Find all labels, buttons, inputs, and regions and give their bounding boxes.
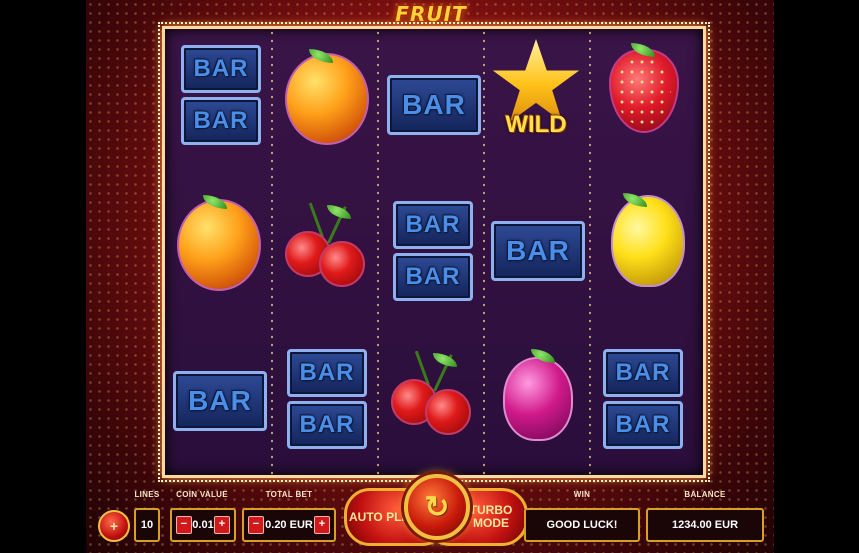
spin-button[interactable]: ↻ <box>404 474 470 540</box>
total-bet-value: 0.20 EUR <box>265 519 313 531</box>
leaf-icon <box>631 43 655 57</box>
bar-tile: BAR <box>393 253 473 301</box>
bar-tile: BAR <box>287 401 367 449</box>
orange-symbol <box>285 49 369 145</box>
coin-value-control: − 0.01 + <box>170 508 236 542</box>
leaf-icon <box>203 195 227 209</box>
reel-3: BAR BAR BAR <box>377 29 483 475</box>
reel-grid: BAR BAR BAR BAR BAR BAR BAR BAR WILD BAR… <box>158 22 710 482</box>
leaf-icon <box>309 49 333 63</box>
win-label: WIN <box>573 490 591 499</box>
total-bet-label: TOTAL BET <box>265 490 313 499</box>
bar-symbol: BAR <box>387 75 481 135</box>
leaf-icon <box>531 349 555 363</box>
spin-arrow-icon: ↻ <box>424 490 450 524</box>
bar-tile: BAR <box>603 349 683 397</box>
lemon-symbol <box>611 193 685 287</box>
bet-decrease-button[interactable]: − <box>248 516 264 534</box>
balance-value: 1234.00 EUR <box>646 508 764 542</box>
double-bar-symbol: BAR BAR <box>287 349 367 449</box>
bar-symbol: BAR <box>173 371 267 431</box>
plus-icon: + <box>109 518 119 534</box>
game-stage: FRUIT BURST BAR BAR BAR <box>86 0 774 553</box>
cherry <box>425 389 471 435</box>
wild-star-symbol: WILD <box>491 39 581 151</box>
balance-label: BALANCE <box>684 490 726 499</box>
coin-value-label: COIN VALUE <box>176 490 228 499</box>
orange-symbol <box>177 195 261 291</box>
reel-5: BAR BAR <box>589 29 695 475</box>
bar-tile: BAR <box>181 45 261 93</box>
coin-decrease-button[interactable]: − <box>176 516 192 534</box>
reel-1: BAR BAR BAR <box>165 29 271 475</box>
leaf-icon <box>433 353 457 367</box>
bar-tile: BAR <box>287 349 367 397</box>
control-bar: + LINES 10 COIN VALUE − 0.01 + TOTAL BET… <box>86 474 774 553</box>
coin-value: 0.01 <box>192 519 214 531</box>
bet-increase-button[interactable]: + <box>313 516 330 534</box>
leaf-icon <box>623 193 647 207</box>
strawberry-symbol <box>609 43 679 133</box>
lines-label: LINES <box>134 490 160 499</box>
wild-label: WILD <box>505 111 567 138</box>
cherries-symbol <box>281 199 371 289</box>
bar-tile: BAR <box>393 201 473 249</box>
leaf-icon <box>327 205 351 219</box>
coin-increase-button[interactable]: + <box>213 516 230 534</box>
plum-symbol <box>503 349 573 441</box>
double-bar-symbol: BAR BAR <box>603 349 683 449</box>
bar-tile: BAR <box>181 97 261 145</box>
win-value: GOOD LUCK! <box>524 508 640 542</box>
cherries-symbol <box>387 347 477 437</box>
lines-value[interactable]: 10 <box>134 508 160 542</box>
bar-symbol: BAR <box>491 221 585 281</box>
reel-2: BAR BAR <box>271 29 377 475</box>
total-bet-control: − 0.20 EUR + <box>242 508 336 542</box>
menu-plus-button[interactable]: + <box>98 510 130 542</box>
cherry <box>319 241 365 287</box>
double-bar-symbol: BAR BAR <box>181 45 261 145</box>
double-bar-symbol: BAR BAR <box>393 201 473 301</box>
bar-tile: BAR <box>603 401 683 449</box>
reel-4: WILD BAR <box>483 29 589 475</box>
